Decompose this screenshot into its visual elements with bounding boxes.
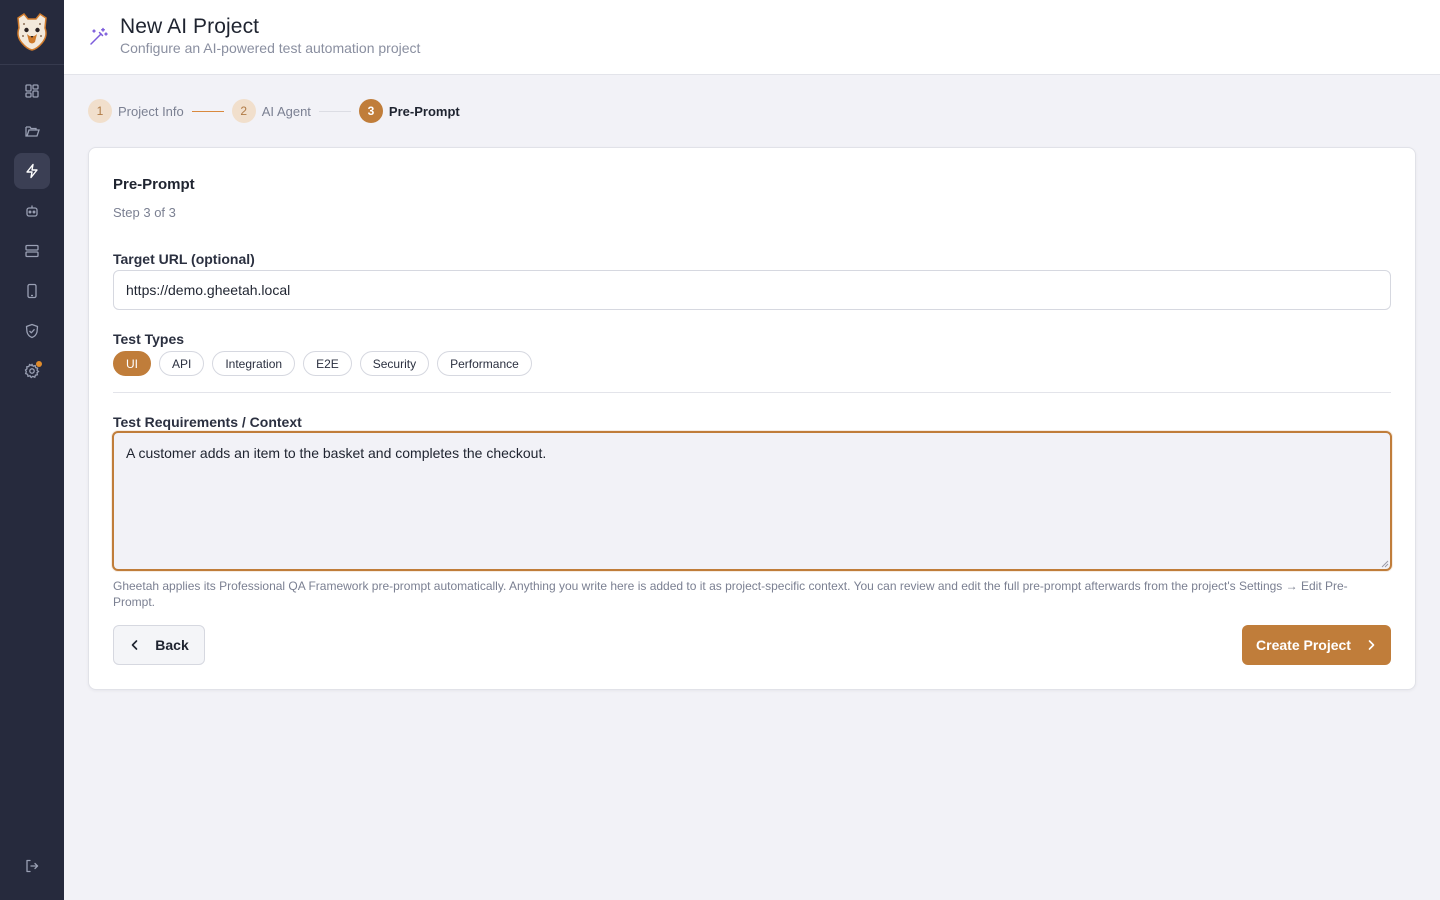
step-connector-2 [318, 110, 351, 112]
logout-icon [26, 859, 39, 873]
page-subtitle: Configure an AI-powered test automation … [120, 40, 421, 56]
shield-check-icon [25, 323, 39, 339]
test-type-chip-ui[interactable]: UI [113, 351, 151, 376]
step-3-number: 3 [358, 99, 383, 123]
step-connector-1 [191, 110, 224, 112]
sidebar-item-dashboard[interactable] [14, 73, 50, 109]
wizard-stepper: 1 Project Info 2 AI Agent 3 Pre-Prompt [88, 99, 460, 123]
folder-icon [25, 126, 40, 137]
dashboard-icon [25, 84, 39, 98]
chevron-right-icon [1368, 640, 1375, 650]
pre-prompt-help-text: Gheetah applies its Professional QA Fram… [113, 579, 1348, 609]
chevron-left-icon [131, 640, 138, 650]
test-type-chip-e2e[interactable]: E2E [303, 351, 352, 376]
back-button-label: Back [155, 637, 189, 653]
test-types-label: Test Types [113, 331, 185, 347]
lightning-icon [26, 163, 38, 179]
test-type-chip-performance[interactable]: Performance [437, 351, 532, 376]
requirements-label: Test Requirements / Context [113, 414, 302, 430]
magic-wand-icon [90, 27, 108, 45]
sidebar-item-ai[interactable] [14, 153, 50, 189]
step-1-number[interactable]: 1 [88, 99, 112, 123]
sidebar-item-mobile[interactable] [14, 273, 50, 309]
target-url-input[interactable] [113, 270, 1391, 310]
sidebar-item-logout[interactable] [14, 848, 50, 884]
bot-icon [26, 205, 38, 217]
step-2-number[interactable]: 2 [231, 99, 256, 123]
resize-grip-icon[interactable] [1381, 560, 1389, 568]
step-3-label: Pre-Prompt [388, 103, 460, 119]
requirements-textarea[interactable]: A customer adds an item to the basket an… [112, 431, 1392, 571]
step-2-label[interactable]: AI Agent [262, 104, 311, 119]
sidebar-item-servers[interactable] [14, 233, 50, 269]
target-url-label: Target URL (optional) [113, 251, 255, 267]
test-type-chip-api[interactable]: API [159, 351, 205, 376]
settings-notification-dot [36, 361, 42, 367]
cheetah-logo-icon[interactable] [14, 12, 50, 52]
sidebar-divider [0, 64, 64, 65]
create-project-button[interactable]: Create Project [1242, 625, 1391, 665]
page-header: New AI Project Configure an AI-powered t… [64, 0, 1440, 75]
step-1-label[interactable]: Project Info [118, 104, 184, 119]
sidebar-item-agents[interactable] [14, 193, 50, 229]
test-types-group: UI API Integration E2E Security Performa… [113, 351, 532, 376]
mobile-icon [27, 283, 37, 299]
test-type-chip-security[interactable]: Security [359, 351, 430, 376]
back-button[interactable]: Back [113, 625, 205, 665]
page-title: New AI Project [120, 15, 260, 38]
card-title: Pre-Prompt [113, 176, 195, 193]
test-type-chip-integration[interactable]: Integration [212, 351, 296, 376]
sidebar-item-settings[interactable] [14, 353, 50, 389]
create-project-label: Create Project [1256, 637, 1351, 653]
card-step-indicator: Step 3 of 3 [113, 205, 176, 220]
sidebar-item-security[interactable] [14, 313, 50, 349]
section-divider [113, 392, 1391, 393]
pre-prompt-card: Pre-Prompt Step 3 of 3 Target URL (optio… [88, 147, 1416, 690]
sidebar-item-projects[interactable] [14, 113, 50, 149]
sidebar [0, 0, 64, 900]
server-icon [25, 244, 39, 258]
